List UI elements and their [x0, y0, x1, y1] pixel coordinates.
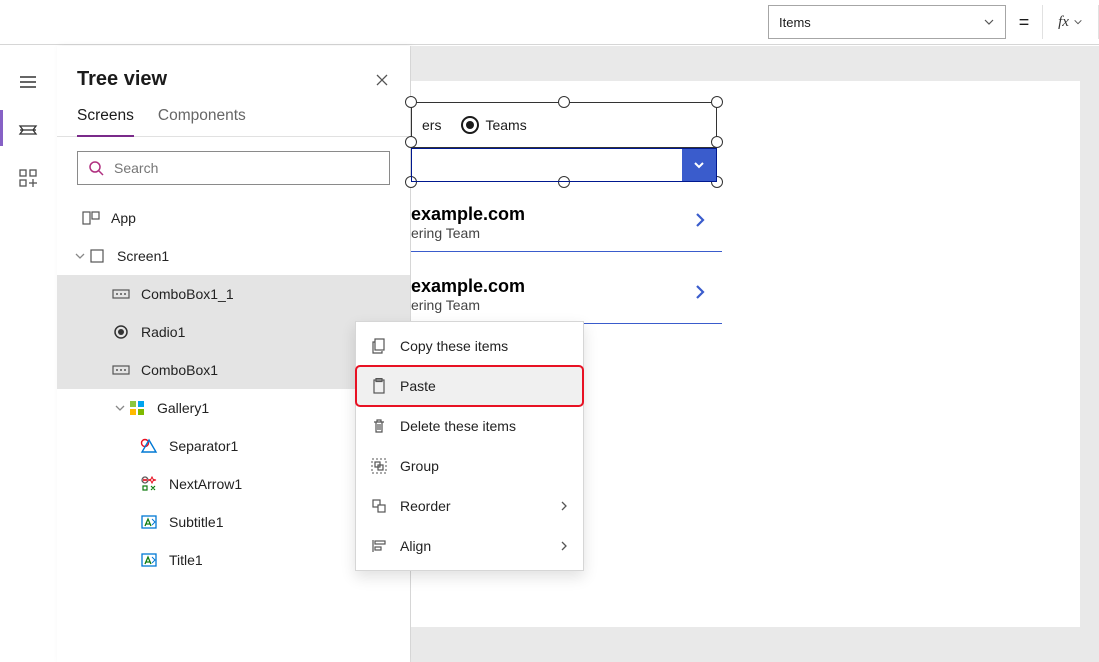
- chevron-right-icon[interactable]: [690, 210, 710, 230]
- chevron-down-icon: [983, 16, 995, 28]
- radio-control[interactable]: ers Teams: [411, 102, 717, 148]
- ctx-group[interactable]: Group: [356, 446, 583, 486]
- screen-icon: [87, 246, 107, 266]
- radio-option-label: ers: [422, 117, 441, 133]
- tree-search[interactable]: [77, 151, 390, 185]
- ctx-copy[interactable]: Copy these items: [356, 326, 583, 366]
- radio-icon: [111, 322, 131, 342]
- close-icon[interactable]: [374, 72, 390, 88]
- tree-item-label: Gallery1: [157, 400, 209, 416]
- tree-view-icon[interactable]: [16, 118, 40, 142]
- tree-item-label: Radio1: [141, 324, 185, 340]
- tree-item-label: Screen1: [117, 248, 169, 264]
- radio-button-icon[interactable]: [461, 116, 479, 134]
- label-icon: [139, 550, 159, 570]
- separator-icon: [139, 436, 159, 456]
- tree-item-label: ComboBox1: [141, 362, 218, 378]
- collapse-icon[interactable]: [113, 403, 127, 413]
- property-selector[interactable]: Items: [768, 5, 1006, 39]
- ctx-reorder[interactable]: Reorder: [356, 486, 583, 526]
- combobox-icon: [111, 360, 131, 380]
- tree-item-combobox1-1[interactable]: ComboBox1_1: [57, 275, 410, 313]
- search-icon: [88, 160, 104, 176]
- formula-bar: Items = fx: [732, 0, 1099, 44]
- tree-item-app[interactable]: App: [57, 199, 410, 237]
- tree-tabs: Screens Components: [57, 101, 410, 137]
- ctx-label: Delete these items: [400, 418, 516, 434]
- reorder-icon: [370, 497, 388, 515]
- combobox-icon: [111, 284, 131, 304]
- tab-components[interactable]: Components: [158, 107, 246, 136]
- tree-item-label: NextArrow1: [169, 476, 242, 492]
- collapse-icon[interactable]: [73, 251, 87, 261]
- left-rail: [0, 46, 56, 190]
- chevron-right-icon[interactable]: [690, 282, 710, 302]
- hamburger-icon[interactable]: [16, 70, 40, 94]
- chevron-right-icon: [559, 501, 569, 511]
- gallery-item[interactable]: example.com ering Team: [411, 196, 722, 260]
- list-item-subtitle: ering Team: [411, 297, 722, 313]
- radio-option-label: Teams: [485, 117, 526, 133]
- ctx-label: Group: [400, 458, 439, 474]
- tree-item-label: Separator1: [169, 438, 238, 454]
- chevron-right-icon: [559, 541, 569, 551]
- combobox-chevron-icon[interactable]: [682, 149, 716, 181]
- context-menu: Copy these items Paste Delete these item…: [355, 321, 584, 571]
- search-input[interactable]: [114, 160, 379, 176]
- ctx-align[interactable]: Align: [356, 526, 583, 566]
- group-icon: [370, 457, 388, 475]
- ctx-label: Reorder: [400, 498, 451, 514]
- icons-icon: [139, 474, 159, 494]
- ctx-delete[interactable]: Delete these items: [356, 406, 583, 446]
- tree-item-label: Subtitle1: [169, 514, 223, 530]
- list-item-title: example.com: [411, 204, 722, 225]
- tab-screens[interactable]: Screens: [77, 107, 134, 137]
- ctx-label: Paste: [400, 378, 436, 394]
- property-selector-label: Items: [779, 15, 811, 30]
- ctx-label: Align: [400, 538, 431, 554]
- tree-item-label: ComboBox1_1: [141, 286, 234, 302]
- copy-icon: [370, 337, 388, 355]
- label-icon: [139, 512, 159, 532]
- list-item-title: example.com: [411, 276, 722, 297]
- tree-item-label: Title1: [169, 552, 203, 568]
- paste-icon: [370, 377, 388, 395]
- components-icon[interactable]: [16, 166, 40, 190]
- ctx-paste[interactable]: Paste: [356, 366, 583, 406]
- align-icon: [370, 537, 388, 555]
- list-item-subtitle: ering Team: [411, 225, 722, 241]
- tree-view-title: Tree view: [77, 68, 374, 91]
- fx-button[interactable]: fx: [1042, 5, 1098, 39]
- equals-sign: =: [1006, 12, 1042, 33]
- gallery-icon: [127, 398, 147, 418]
- delete-icon: [370, 417, 388, 435]
- ctx-label: Copy these items: [400, 338, 508, 354]
- app-icon: [81, 208, 101, 228]
- tree-item-label: App: [111, 210, 136, 226]
- combobox-control[interactable]: [411, 148, 717, 182]
- tree-item-screen1[interactable]: Screen1: [57, 237, 410, 275]
- fx-icon: fx: [1058, 14, 1069, 31]
